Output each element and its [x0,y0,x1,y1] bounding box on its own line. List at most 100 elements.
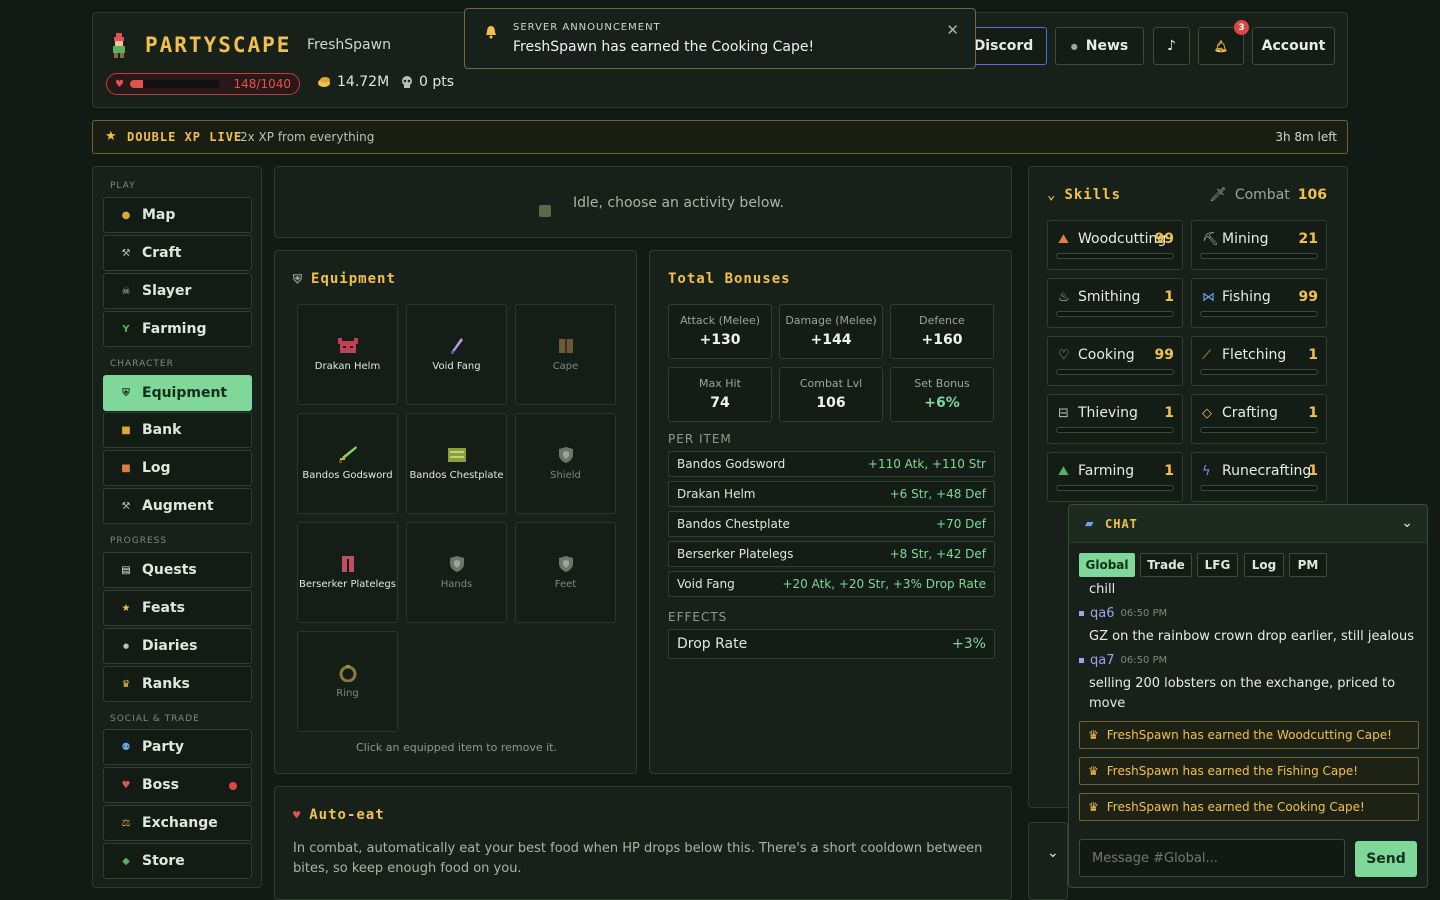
slot-hands[interactable]: Hands [406,522,507,623]
nav-label: Feats [142,600,185,616]
chevron-down-icon[interactable]: ⌄ [1401,515,1413,531]
nav-augment[interactable]: ⚒ Augment [103,488,252,524]
cape-icon [558,339,573,353]
slot-legs[interactable]: Berserker Platelegs [297,522,398,623]
announcement-toast: SERVER ANNOUNCEMENT FreshSpawn has earne… [464,8,976,69]
skill-name: Mining [1222,231,1269,247]
system-text: FreshSpawn has earned the Fishing Cape! [1106,764,1359,778]
send-button[interactable]: Send [1355,841,1417,877]
skill-crafting[interactable]: ◇ Crafting 1 [1191,394,1327,444]
nav-boss[interactable]: ♥ Boss [103,767,252,803]
gnome-logo-icon [113,33,125,58]
skill-woodcutting[interactable]: ⛰ Woodcutting 99 [1047,220,1183,270]
skill-name: Fletching [1222,347,1287,363]
slot-name: Ring [336,688,359,699]
slot-body[interactable]: Bandos Chestplate [406,413,507,514]
nav-label: Slayer [142,283,192,299]
slot-ring[interactable]: Ring [297,631,398,732]
news-button[interactable]: ● News [1055,27,1144,65]
skill-mining[interactable]: ⛏ Mining 21 [1191,220,1327,270]
auto-eat-desc: In combat, automatically eat your best f… [293,841,983,876]
nav-equipment[interactable]: ⛨ Equipment [103,375,252,411]
slot-name: Shield [550,470,581,481]
chat-author[interactable]: qa7 06:50 PM [1079,653,1167,668]
demon-icon: ♥ [121,779,131,791]
nav-label: Farming [142,321,207,337]
skill-level: 1 [1164,405,1174,421]
nav-map[interactable]: ● Map [103,197,252,233]
skill-level: 1 [1164,289,1174,305]
music-button[interactable]: ♪ [1153,27,1190,65]
chat-message-text: chill [1089,582,1116,597]
nav-store[interactable]: ◆ Store [103,843,252,879]
notification-badge: 3 [1234,20,1249,35]
user-marker [1079,658,1084,663]
skill-thieving[interactable]: ⊟ Thieving 1 [1047,394,1183,444]
crown-icon: ♛ [1088,800,1099,814]
nav-farming[interactable]: Y Farming [103,311,252,347]
skill-smithing[interactable]: ♨ Smithing 1 [1047,278,1183,328]
nav-label: Party [142,739,185,755]
skill-level: 99 [1298,289,1318,305]
skill-farming[interactable]: ⛰ Farming 1 [1047,452,1183,502]
app-logo: PARTYSCAPE [145,33,292,57]
section-label: PROGRESS [110,536,168,546]
slot-head[interactable]: Drakan Helm [297,304,398,405]
slot-weapon[interactable]: Void Fang [406,304,507,405]
star-icon: ★ [121,602,131,614]
news-label: News [1085,38,1129,54]
chat-tab-pm[interactable]: PM [1289,553,1327,577]
nav-exchange[interactable]: ⚖ Exchange [103,805,252,841]
chat-tab-lfg[interactable]: LFG [1197,553,1238,577]
nav-log[interactable]: ■ Log [103,450,252,486]
sprout-icon: ⛰ [1058,464,1069,479]
skill-cooking[interactable]: ♡ Cooking 99 [1047,336,1183,386]
nav-ranks[interactable]: ♛ Ranks [103,666,252,702]
trophy-icon: ♛ [121,678,131,690]
slot-cape[interactable]: Cape [515,304,616,405]
skill-level: 99 [1154,231,1174,247]
nav-label: Craft [142,245,182,261]
chevron-down-icon[interactable]: ⌄ [1047,845,1059,861]
chat-tab-global[interactable]: Global [1079,553,1135,577]
item-bonus-row: Drakan Helm +6 Str, +48 Def [668,481,995,507]
nav-diaries[interactable]: ● Diaries [103,628,252,664]
skill-fishing[interactable]: ⋈ Fishing 99 [1191,278,1327,328]
nav-craft[interactable]: ⚒ Craft [103,235,252,271]
gem-icon: ◆ [122,855,130,867]
idle-icon [539,205,551,217]
account-button[interactable]: Account [1252,27,1335,65]
slot-feet[interactable]: Feet [515,522,616,623]
chat-header[interactable]: ▰ CHAT ⌄ [1069,505,1427,543]
chest-icon: ■ [121,424,131,436]
slot-weapon-main[interactable]: Bandos Godsword [297,413,398,514]
item-name: Bandos Chestplate [677,517,790,531]
nav-quests[interactable]: ▤ Quests [103,552,252,588]
item-bonus-row: Berserker Platelegs +8 Str, +42 Def [668,541,995,567]
chat-message-text: selling 200 lobsters on the exchange, pr… [1089,676,1396,711]
stat-value: 74 [710,395,730,411]
skills-header[interactable]: ⌄ Skills [1047,187,1121,203]
heart-outline-icon: ♡ [1058,348,1070,363]
skill-fletching[interactable]: ⟋ Fletching 1 [1191,336,1327,386]
notifications-button[interactable]: 🔔︎ 3 [1198,20,1249,65]
nav-slayer[interactable]: ☠ Slayer [103,273,252,309]
nav-feats[interactable]: ★ Feats [103,590,252,626]
skill-runecrafting[interactable]: ϟ Runecrafting 1 [1191,452,1327,502]
nav-party[interactable]: ⚉ Party [103,729,252,765]
crown-icon: ♛ [1088,728,1099,742]
hp-text: 148/1040 [233,77,292,91]
stat-key: Attack (Melee) [679,314,761,327]
chat-tab-trade[interactable]: Trade [1140,553,1192,577]
slot-shield[interactable]: Shield [515,413,616,514]
nav-bank[interactable]: ■ Bank [103,412,252,448]
close-icon[interactable]: ✕ [946,21,959,39]
sidebar: PLAY ● Map ⚒ Craft ☠ Slayer Y Farming CHARAC… [92,166,262,888]
equipment-title: ⛨ Equipment [293,271,396,287]
combat-level: 🗡︎ Combat 106 [1209,187,1327,203]
lock-icon: ⊟ [1058,406,1069,421]
chat-tab-log[interactable]: Log [1244,553,1284,577]
chat-author[interactable]: qa6 06:50 PM [1079,606,1167,621]
toast-message: FreshSpawn has earned the Cooking Cape! [513,39,815,55]
chat-input[interactable] [1079,839,1345,877]
